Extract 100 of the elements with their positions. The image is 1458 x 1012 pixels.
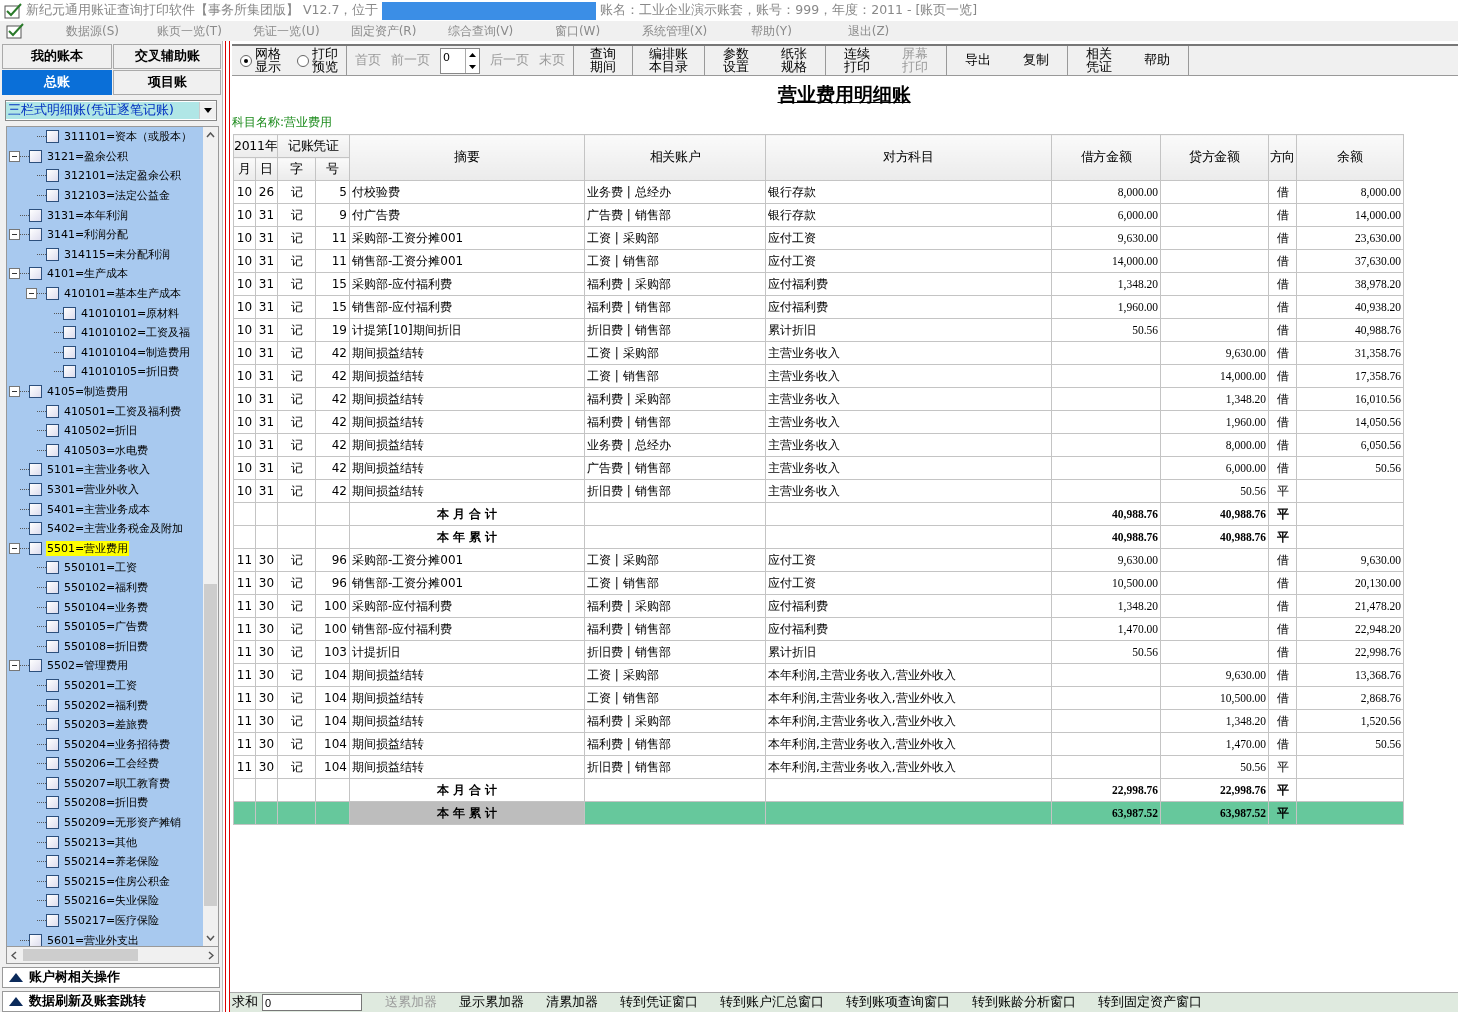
tree-checkbox[interactable] [29, 541, 42, 555]
toolbar-button[interactable]: 复制 [1023, 54, 1049, 67]
tree-checkbox[interactable] [46, 580, 59, 594]
account-tree-item[interactable]: 410502=折旧 [63, 423, 139, 439]
ledger-row[interactable]: 11 30 记 96 采购部-工资分摊001 工资 | 采购部 应付工资 9,630.00 借 9,630.00 [233, 548, 1404, 572]
ledger-row[interactable]: 10 31 记 15 采购部-应付福利费 福利费 | 采购部 应付福利费 1,348.20 借 38,978.20 [233, 272, 1404, 296]
account-tree-item[interactable]: 410101=基本生产成本 [63, 286, 183, 302]
panel-section-header[interactable]: 数据刷新及账套跳转 [2, 991, 220, 1012]
collapse-toggle-icon[interactable] [9, 542, 20, 554]
book-type-dropdown[interactable]: 三栏式明细账(凭证逐笔记账) [5, 100, 217, 121]
ledger-row[interactable]: 本 年 累 计 63,987.52 63,987.52 平 [233, 801, 1404, 825]
tree-checkbox[interactable] [46, 404, 59, 418]
ledger-row[interactable]: 10 31 记 42 期间损益结转 业务费 | 总经办 主营业务收入 8,000.00 借 6,050.56 [233, 433, 1404, 457]
view-mode-radio[interactable]: 网格显示 [240, 48, 281, 73]
account-tree-item[interactable]: 5601=营业外支出 [46, 932, 141, 946]
status-button[interactable]: 清累加器 [535, 994, 609, 1011]
account-tree-item[interactable]: 3131=本年利润 [46, 207, 130, 223]
account-tree-item[interactable]: 41010105=折旧费 [80, 364, 181, 380]
tree-checkbox[interactable] [46, 424, 59, 438]
tree-checkbox[interactable] [46, 914, 59, 928]
ledger-row[interactable]: 10 31 记 19 计提第[10]期间折旧 折旧费 | 销售部 累计折旧 50.56 借 40,988.76 [233, 318, 1404, 342]
tree-checkbox[interactable] [46, 796, 59, 810]
ledger-row[interactable]: 11 30 记 104 期间损益结转 折旧费 | 销售部 本年利润,主营业务收入,营业外收入 50.56 平 [233, 755, 1404, 779]
account-tree-item[interactable]: 3121=盈余公积 [46, 148, 130, 164]
scroll-right-icon[interactable] [208, 950, 214, 960]
ledger-row[interactable]: 11 30 记 100 采购部-应付福利费 福利费 | 采购部 应付福利费 1,348.20 借 21,478.20 [233, 594, 1404, 618]
ledger-row[interactable]: 10 31 记 42 期间损益结转 福利费 | 销售部 主营业务收入 1,960.00 借 14,050.56 [233, 410, 1404, 434]
ledger-row[interactable]: 11 30 记 104 期间损益结转 工资 | 采购部 本年利润,主营业务收入,营业外收入 9,630.00 借 13,368.76 [233, 663, 1404, 687]
account-tree-item[interactable]: 5401=主营业务成本 [46, 501, 152, 517]
account-tree-item[interactable]: 550216=失业保险 [63, 893, 161, 909]
status-button[interactable]: 转到凭证窗口 [609, 994, 709, 1011]
collapse-toggle-icon[interactable] [26, 288, 37, 300]
ledger-row[interactable]: 10 31 记 42 期间损益结转 福利费 | 采购部 主营业务收入 1,348.20 借 16,010.56 [233, 387, 1404, 411]
tree-checkbox[interactable] [46, 678, 59, 692]
account-tree-item[interactable]: 550102=福利费 [63, 579, 150, 595]
toolbar-button[interactable]: 导出 [965, 54, 991, 67]
tree-checkbox[interactable] [46, 698, 59, 712]
tree-checkbox[interactable] [63, 365, 76, 379]
tree-checkbox[interactable] [29, 267, 42, 281]
tree-checkbox[interactable] [46, 718, 59, 732]
collapse-toggle-icon[interactable] [9, 268, 20, 280]
sidebar-tab[interactable]: 我的账本 [2, 44, 112, 69]
tree-checkbox[interactable] [29, 502, 42, 516]
tree-checkbox[interactable] [46, 189, 59, 203]
tree-checkbox[interactable] [46, 600, 59, 614]
ledger-row[interactable]: 10 31 记 42 期间损益结转 工资 | 销售部 主营业务收入 14,000.00 借 17,358.76 [233, 364, 1404, 388]
account-tree-item[interactable]: 550108=折旧费 [63, 638, 150, 654]
account-tree-item[interactable]: 5301=营业外收入 [46, 482, 141, 497]
ledger-row[interactable]: 10 31 记 11 采购部-工资分摊001 工资 | 采购部 应付工资 9,630.00 借 23,630.00 [233, 226, 1404, 250]
tree-checkbox[interactable] [46, 855, 59, 869]
tree-checkbox[interactable] [63, 306, 76, 320]
tree-checkbox[interactable] [46, 776, 59, 790]
sidebar-tab[interactable]: 总账 [2, 70, 112, 95]
ledger-row[interactable]: 11 30 记 104 期间损益结转 工资 | 销售部 本年利润,主营业务收入,营业外收入 10,500.00 借 2,868.76 [233, 686, 1404, 710]
status-button[interactable]: 转到账龄分析窗口 [961, 994, 1087, 1011]
account-tree-item[interactable]: 410503=水电费 [63, 442, 150, 458]
account-tree-item[interactable]: 410501=工资及福利费 [63, 403, 183, 419]
account-tree-item[interactable]: 5502=管理费用 [46, 658, 130, 674]
tree-checkbox[interactable] [29, 933, 42, 946]
account-tree-item[interactable]: 41010101=原材料 [80, 305, 181, 321]
tree-checkbox[interactable] [29, 228, 42, 242]
tree-checkbox[interactable] [29, 483, 42, 496]
account-tree-item[interactable]: 550202=福利费 [63, 697, 150, 713]
tree-checkbox[interactable] [29, 463, 42, 477]
tree-checkbox[interactable] [29, 208, 42, 222]
tree-checkbox[interactable] [46, 130, 59, 144]
ledger-row[interactable]: 10 31 记 15 销售部-应付福利费 福利费 | 销售部 应付福利费 1,960.00 借 40,938.20 [233, 295, 1404, 319]
account-tree-item[interactable]: 41010104=制造费用 [80, 344, 192, 360]
ledger-row[interactable]: 11 30 记 96 销售部-工资分摊001 工资 | 销售部 应付工资 10,500.00 借 20,130.00 [233, 571, 1404, 595]
ledger-row[interactable]: 本 月 合 计 22,998.76 22,998.76 平 [233, 778, 1404, 802]
account-tree-item[interactable]: 4105=制造费用 [46, 384, 130, 399]
tree-checkbox[interactable] [46, 757, 59, 771]
tree-checkbox[interactable] [46, 247, 59, 261]
scroll-down-icon[interactable] [206, 935, 215, 941]
tree-checkbox[interactable] [29, 522, 42, 536]
toolbar-button[interactable]: 帮助 [1144, 54, 1170, 67]
tree-checkbox[interactable] [46, 443, 59, 457]
ledger-row[interactable]: 10 31 记 42 期间损益结转 工资 | 采购部 主营业务收入 9,630.00 借 31,358.76 [233, 341, 1404, 365]
collapse-toggle-icon[interactable] [9, 386, 20, 397]
account-tree-item[interactable]: 550215=住房公积金 [63, 873, 172, 889]
account-tree-item[interactable]: 5402=主营业务税金及附加 [46, 521, 185, 537]
tree-checkbox[interactable] [63, 345, 76, 359]
account-tree-item[interactable]: 550206=工会经费 [63, 756, 161, 772]
panel-section-header[interactable]: 账户树相关操作 [2, 967, 220, 988]
toolbar-button[interactable]: 相关凭证 [1086, 48, 1112, 73]
collapse-toggle-icon[interactable] [9, 660, 20, 672]
account-tree-item[interactable]: 550204=业务招待费 [63, 736, 172, 752]
ledger-row[interactable]: 10 31 记 9 付广告费 广告费 | 销售部 银行存款 6,000.00 借 14,000.00 [233, 203, 1404, 227]
scroll-up-icon[interactable] [206, 132, 215, 138]
account-tree-item[interactable]: 41010102=工资及福 [80, 325, 192, 341]
toolbar-button[interactable]: 参数设置 [723, 48, 749, 73]
collapse-toggle-icon[interactable] [9, 229, 20, 241]
account-tree-item[interactable]: 550201=工资 [63, 677, 139, 693]
account-tree-item[interactable]: 550101=工资 [63, 560, 139, 576]
ledger-row[interactable]: 本 年 累 计 40,988.76 40,988.76 平 [233, 525, 1404, 549]
ledger-row[interactable]: 10 31 记 11 销售部-工资分摊001 工资 | 销售部 应付工资 14,000.00 借 37,630.00 [233, 249, 1404, 273]
account-tree-item[interactable]: 311101=资本（或股本） [63, 129, 194, 145]
sum-field[interactable]: 0 [262, 994, 362, 1011]
account-tree-item[interactable]: 312103=法定公益金 [63, 188, 172, 204]
account-tree-item[interactable]: 314115=未分配利润 [63, 246, 172, 262]
